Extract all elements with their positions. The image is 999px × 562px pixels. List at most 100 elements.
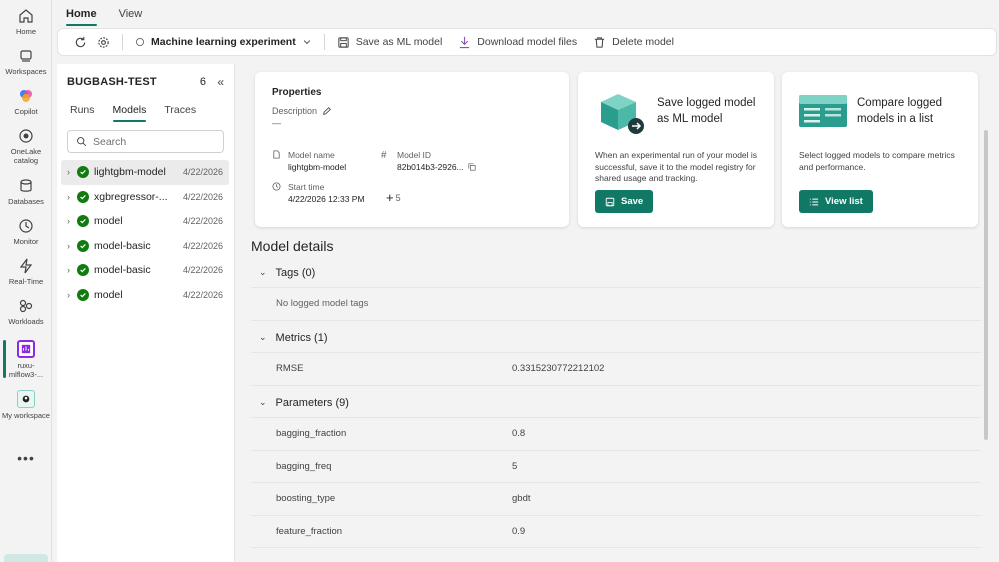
rail-workloads[interactable]: Workloads (0, 298, 52, 326)
properties-title: Properties (272, 87, 322, 98)
list-item[interactable]: › model-basic 4/22/2026 (61, 258, 229, 283)
item-count: 6 (199, 76, 206, 88)
chevron-right-icon[interactable]: › (67, 216, 77, 226)
list-item[interactable]: › xgbregressor-... 4/22/2026 (61, 185, 229, 210)
copy-icon[interactable] (468, 163, 476, 171)
rail-onelake-catalog[interactable]: OneLake catalog (0, 128, 52, 165)
onelake-icon (19, 129, 33, 143)
tab-view[interactable]: View (119, 0, 143, 28)
description-label: Description (272, 106, 332, 116)
metric-key: RMSE (276, 363, 304, 375)
chevron-right-icon[interactable]: › (67, 290, 77, 300)
search-box[interactable] (67, 130, 224, 153)
chevron-right-icon[interactable]: › (67, 265, 77, 275)
experiment-dropdown[interactable]: Machine learning experiment (127, 31, 320, 53)
metrics-section: ⌄ Metrics (1) RMSE 0.3315230772212102 (251, 323, 981, 386)
rail-home[interactable]: Home (0, 8, 52, 36)
rail-workspaces[interactable]: Workspaces (0, 48, 52, 76)
gear-icon (98, 36, 109, 48)
start-time-prop: Start time 4/22/2026 12:33 PM (272, 182, 365, 204)
model-date: 4/22/2026 (182, 289, 223, 300)
tags-empty-message: No logged model tags (251, 288, 981, 321)
tab-traces[interactable]: Traces (164, 104, 196, 122)
model-id-row: 82b014b3-2926... (397, 162, 476, 172)
model-box-icon (601, 94, 644, 134)
plus-icon: + (386, 190, 394, 205)
settings-button[interactable] (95, 31, 118, 53)
chevron-right-icon[interactable]: › (67, 192, 77, 202)
metrics-header-label: Metrics (1) (275, 331, 328, 344)
rail-databases[interactable]: Databases (0, 178, 52, 206)
list-item[interactable]: › model 4/22/2026 (61, 209, 229, 234)
model-name: model (94, 215, 123, 228)
rail-real-time[interactable]: Real-Time (0, 258, 52, 286)
compare-list-icon (799, 95, 847, 127)
refresh-icon (75, 36, 86, 47)
rail-copilot[interactable]: Copilot (0, 88, 52, 116)
success-check-icon (77, 215, 89, 228)
chevron-down-icon (303, 40, 310, 45)
experiment-title: BUGBASH-TEST (67, 76, 157, 88)
rail-label: Workloads (8, 317, 44, 326)
search-icon (77, 137, 87, 147)
success-check-icon (77, 288, 89, 301)
model-date: 4/22/2026 (182, 216, 223, 227)
delete-model-button[interactable]: Delete model (585, 31, 682, 53)
tags-header[interactable]: ⌄ Tags (0) (251, 258, 981, 288)
tab-home[interactable]: Home (66, 0, 97, 28)
chevron-down-icon: ⌄ (259, 267, 267, 277)
list-item[interactable]: › model 4/22/2026 (61, 283, 229, 308)
refresh-button[interactable] (66, 31, 95, 53)
ribbon-tabs: Home View (60, 0, 142, 28)
search-input[interactable] (93, 135, 213, 148)
chevron-down-icon: ⌄ (259, 397, 267, 407)
toolbar: Machine learning experiment Save as ML m… (57, 28, 997, 56)
more-icon[interactable]: ••• (0, 450, 52, 466)
delete-model-label: Delete model (612, 36, 674, 48)
model-name-value: lightgbm-model (288, 162, 347, 172)
chevron-right-icon[interactable]: › (67, 241, 77, 251)
home-icon (19, 9, 33, 23)
list-icon (809, 198, 819, 205)
list-item[interactable]: › model-basic 4/22/2026 (61, 234, 229, 259)
list-item[interactable]: › lightgbm-model 4/22/2026 (61, 160, 229, 185)
tab-runs[interactable]: Runs (70, 104, 95, 122)
model-date: 4/22/2026 (182, 167, 223, 178)
table-row: RMSE 0.3315230772212102 (251, 353, 981, 386)
vertical-scrollbar[interactable] (984, 130, 988, 440)
edit-pencil-icon[interactable] (322, 106, 332, 116)
metrics-header[interactable]: ⌄ Metrics (1) (251, 323, 981, 353)
rail-monitor[interactable]: Monitor (0, 218, 52, 246)
save-icon (338, 36, 349, 48)
model-name: model-basic (94, 239, 151, 252)
model-list: › lightgbm-model 4/22/2026 › xgbregresso… (61, 160, 229, 307)
save-card-description: When an experimental run of your model i… (595, 150, 758, 183)
save-as-ml-model-button[interactable]: Save as ML model (329, 31, 451, 53)
chevron-right-icon[interactable]: › (67, 167, 77, 177)
rail-label: Monitor (13, 237, 39, 246)
trash-icon (594, 36, 605, 48)
start-time-value: 4/22/2026 12:33 PM (288, 194, 365, 204)
save-button[interactable]: Save (595, 190, 654, 213)
view-list-button[interactable]: View list (799, 190, 873, 213)
parameters-section: ⌄ Parameters (9) bagging_fraction 0.8 ba… (251, 388, 981, 548)
param-value: 0.9 (512, 525, 526, 537)
model-details-title: Model details (251, 238, 334, 254)
hash-icon: # (381, 150, 387, 161)
main-content: Properties Description — Model name ligh… (243, 64, 990, 562)
parameters-header[interactable]: ⌄ Parameters (9) (251, 388, 981, 418)
rail-my-workspace[interactable]: My workspace (0, 390, 52, 420)
parameters-header-label: Parameters (9) (275, 396, 349, 409)
download-model-files-button[interactable]: Download model files (450, 31, 585, 53)
success-check-icon (77, 264, 89, 277)
left-rail: Home Workspaces Copilot OneLake catalog … (0, 0, 52, 562)
model-date: 4/22/2026 (182, 191, 223, 202)
tab-models[interactable]: Models (112, 104, 146, 122)
model-name-prop: Model name lightgbm-model (272, 150, 346, 172)
rail-label: OneLake catalog (10, 147, 42, 165)
more-properties-button[interactable]: + 5 (386, 190, 401, 205)
collapse-panel-icon[interactable]: « (217, 75, 224, 89)
rail-experiment-workspace[interactable]: ruxu-mlflow3-... (0, 340, 52, 379)
status-circle-icon (136, 38, 144, 46)
model-name: model-basic (94, 264, 151, 277)
